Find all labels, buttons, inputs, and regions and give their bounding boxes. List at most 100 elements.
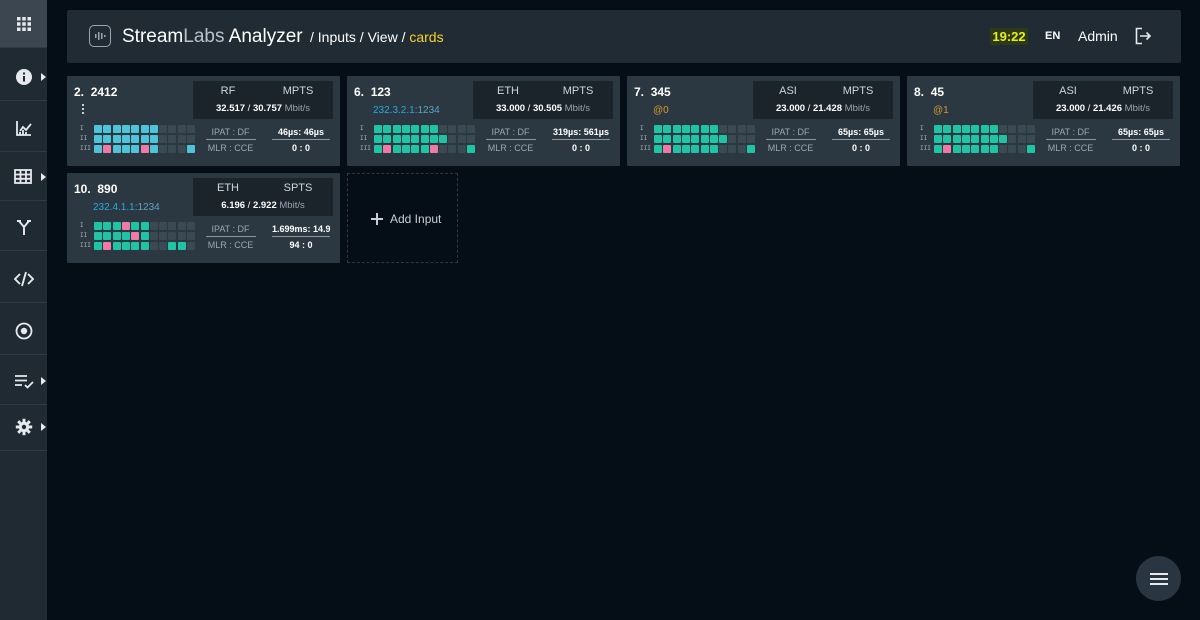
status-cell: [728, 125, 737, 133]
mlr-value: 0 : 0: [851, 143, 870, 153]
input-card[interactable]: 8. 45 @1 ASI MPTS 23.000 / 21.426 Mbit/s I II I…: [907, 76, 1180, 166]
input-card[interactable]: 10. 890 232.4.1.1:1234 ETH SPTS 6.196 / 2.92…: [67, 173, 340, 263]
info-icon: [15, 68, 32, 85]
card-title[interactable]: 8. 45: [914, 85, 944, 99]
status-cell: [112, 242, 121, 250]
status-cell: [411, 125, 420, 133]
status-cell: [149, 125, 158, 133]
status-cell: [168, 145, 177, 153]
status-cell: [1008, 125, 1017, 133]
card-title[interactable]: 2. 2412: [74, 85, 117, 99]
source-type: ETH: [217, 182, 239, 194]
top-header: StreamLabs Analyzer / Inputs / View / ca…: [67, 10, 1181, 63]
input-card[interactable]: 2. 2412 RF MPTS 32.517 / 30.757 Mbit/s I II II…: [67, 76, 340, 166]
menu-fab-button[interactable]: [1136, 556, 1181, 601]
add-input-label: Add Input: [390, 212, 442, 226]
clock-display: 19:22: [990, 28, 1028, 45]
stream-kind: MPTS: [282, 85, 314, 97]
input-card[interactable]: 7. 345 @0 ASI MPTS 23.000 / 21.428 Mbit/s I II…: [627, 76, 900, 166]
sidebar-item-views[interactable]: [0, 153, 47, 201]
status-cell: [943, 145, 952, 153]
mlr-label: MLR : CCE: [1047, 143, 1094, 153]
more-options-icon[interactable]: [82, 104, 85, 116]
status-cell: [952, 135, 961, 143]
ipat-label: IPAT : DF: [211, 224, 250, 234]
status-cell: [159, 242, 168, 250]
sidebar-item-tasks[interactable]: [0, 357, 47, 405]
add-input-button[interactable]: Add Input: [347, 173, 458, 263]
status-cell: [112, 222, 121, 230]
sidebar-item-settings[interactable]: [0, 403, 47, 451]
sidebar-item-code[interactable]: [0, 255, 47, 303]
sidebar-item-analytics[interactable]: [0, 104, 47, 152]
status-cell: [159, 145, 168, 153]
status-grid: I II III: [360, 125, 475, 154]
status-cell: [103, 242, 112, 250]
status-cell: [654, 135, 662, 143]
stream-info: RF MPTS 32.517 / 30.757 Mbit/s: [193, 81, 333, 119]
stream-stats: IPAT : DF 65µs: 65µs MLR : CCE 0 : 0: [753, 125, 893, 155]
status-cell: [709, 145, 718, 153]
card-title[interactable]: 10. 890: [74, 182, 117, 196]
status-cell: [121, 242, 130, 250]
status-cell: [1017, 135, 1026, 143]
status-cell: [411, 135, 420, 143]
bitrate: 32.517 / 30.757 Mbit/s: [215, 103, 311, 114]
card-title[interactable]: 6. 123: [354, 85, 391, 99]
status-cell: [999, 125, 1008, 133]
status-cell: [429, 145, 438, 153]
status-cell: [383, 135, 392, 143]
ipat-value: 65µs: 65µs: [838, 127, 884, 137]
status-cell: [737, 145, 746, 153]
sidebar-item-dashboard[interactable]: [0, 0, 47, 48]
status-grid: I II III: [80, 125, 195, 154]
status-cell: [121, 125, 130, 133]
sidebar-item-record[interactable]: [0, 307, 47, 355]
status-cell: [989, 125, 998, 133]
status-cell: [177, 232, 186, 240]
language-selector[interactable]: EN: [1045, 30, 1060, 42]
status-cell: [943, 125, 952, 133]
status-cell: [980, 125, 989, 133]
status-cell: [961, 135, 970, 143]
status-cell: [140, 232, 149, 240]
status-cell: [681, 145, 690, 153]
sidebar-item-info[interactable]: [0, 53, 47, 101]
status-cell: [401, 135, 410, 143]
grid-row-label: II: [360, 135, 368, 142]
ipat-label: IPAT : DF: [491, 127, 530, 137]
ipat-value: 46µs: 46µs: [278, 127, 324, 137]
breadcrumb: / Inputs / View / cards: [310, 29, 444, 45]
status-cell: [140, 135, 149, 143]
status-cell: [719, 145, 728, 153]
gear-icon: [15, 418, 32, 435]
status-cell: [168, 232, 177, 240]
bitrate: 33.000 / 30.505 Mbit/s: [495, 103, 591, 114]
ipat-value: 65µs: 65µs: [1118, 127, 1164, 137]
sidebar-item-routing[interactable]: [0, 203, 47, 251]
status-cell: [374, 145, 382, 153]
status-cell: [980, 145, 989, 153]
status-cell: [121, 145, 130, 153]
status-cell: [999, 145, 1008, 153]
stream-stats: IPAT : DF 65µs: 65µs MLR : CCE 0 : 0: [1033, 125, 1173, 155]
breadcrumb-path[interactable]: / Inputs / View /: [310, 29, 409, 45]
logout-icon[interactable]: [1134, 27, 1152, 45]
status-grid: I II III: [920, 125, 1035, 154]
status-cell: [700, 135, 709, 143]
source-type: ASI: [779, 85, 797, 97]
table-icon: [13, 168, 32, 184]
status-cell: [383, 145, 392, 153]
submenu-arrow-icon: [41, 376, 46, 385]
user-name[interactable]: Admin: [1078, 28, 1118, 44]
mlr-value: 0 : 0: [571, 143, 590, 153]
status-cell: [934, 145, 942, 153]
input-card[interactable]: 6. 123 232.3.2.1:1234 ETH MPTS 33.000 / 30.5…: [347, 76, 620, 166]
stream-info: ETH SPTS 6.196 / 2.922 Mbit/s: [193, 178, 333, 216]
card-title[interactable]: 7. 345: [634, 85, 671, 99]
grid-row-label: I: [80, 125, 84, 132]
status-cell: [429, 125, 438, 133]
status-cell: [94, 135, 102, 143]
status-cell: [719, 125, 728, 133]
stream-kind: MPTS: [842, 85, 874, 97]
